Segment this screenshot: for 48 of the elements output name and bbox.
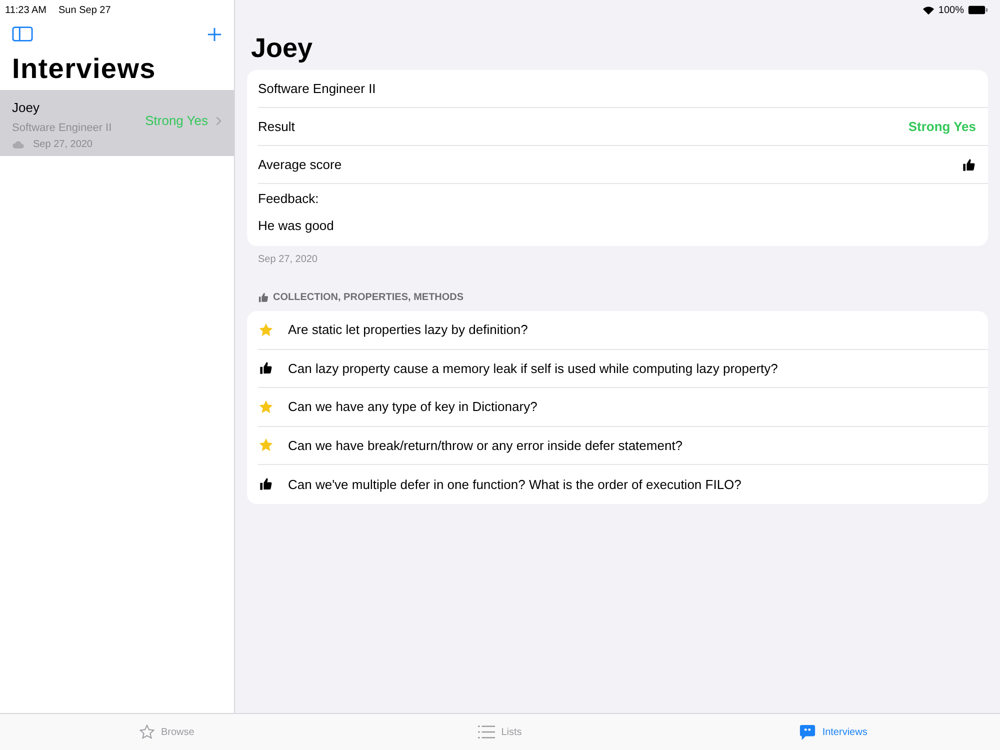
result-title: Result — [258, 118, 295, 136]
star-icon — [258, 322, 274, 338]
feedback-text: He was good — [258, 216, 335, 235]
result-value: Strong Yes — [908, 118, 976, 136]
section-header: COLLECTION, PROPERTIES, METHODS — [273, 291, 464, 305]
thumbs-up-icon — [259, 477, 273, 492]
role-text: Software Engineer II — [258, 80, 376, 98]
battery-icon — [968, 5, 988, 15]
score-label: Average score — [258, 156, 342, 174]
question-row[interactable]: Are static let properties lazy by definition? — [258, 311, 988, 350]
cloud-icon — [12, 140, 25, 149]
status-time: 11:23 AM — [5, 4, 47, 18]
question-text: Can we've multiple defer in one function? What is the order of execution FILO? — [288, 476, 742, 494]
star-icon — [138, 724, 155, 740]
question-text: Can we have any type of key in Dictionary? — [288, 398, 538, 416]
interview-date: Sep 27, 2020 — [257, 253, 318, 267]
candidate-role: Software Engineer II — [12, 120, 112, 136]
thumbs-up-icon — [962, 158, 976, 172]
battery-percent: 100% — [938, 4, 964, 18]
question-text: Can lazy property cause a memory leak if self is used while computing lazy property? — [288, 360, 778, 378]
result-label: Strong Yes — [145, 112, 208, 130]
sidebar-title: Interviews — [11, 52, 157, 86]
thumbs-up-icon — [258, 292, 269, 303]
tab-label: Lists — [501, 726, 522, 740]
thumbs-up-icon — [259, 361, 273, 376]
question-text: Are static let properties lazy by definition? — [288, 321, 528, 339]
question-row[interactable]: Can we've multiple defer in one function? What is the order of execution FILO? — [258, 465, 988, 504]
star-icon — [258, 437, 274, 454]
detail-title: Joey — [250, 32, 314, 65]
feedback-label: Feedback: — [258, 190, 320, 208]
question-row[interactable]: Can we have any type of key in Dictionary? — [258, 388, 988, 426]
list-icon — [478, 725, 496, 739]
star-icon — [258, 398, 274, 415]
interview-row[interactable]: Joey Software Engineer II Sep 27, 2020 Strong Yes — [0, 90, 234, 156]
tab-label: Browse — [160, 726, 194, 740]
interview-date: Sep 27, 2020 — [33, 138, 92, 152]
sidebar-toggle-icon[interactable] — [12, 26, 33, 42]
question-text: Can we have break/return/throw or any error inside defer statement? — [288, 436, 683, 455]
tab-label: Interviews — [822, 726, 868, 740]
wifi-icon — [923, 6, 934, 14]
tab-item[interactable]: Interviews — [666, 714, 1000, 750]
question-row[interactable]: Can we have break/return/throw or any error inside defer statement? — [258, 426, 988, 465]
question-row[interactable]: Can lazy property cause a memory leak if self is used while computing lazy property? — [258, 350, 988, 388]
add-icon[interactable] — [207, 26, 222, 42]
candidate-name: Joey — [12, 99, 40, 117]
speech-bubble-icon — [799, 724, 816, 740]
chevron-icon — [216, 116, 222, 126]
status-date: Sun Sep 27 — [58, 4, 111, 18]
